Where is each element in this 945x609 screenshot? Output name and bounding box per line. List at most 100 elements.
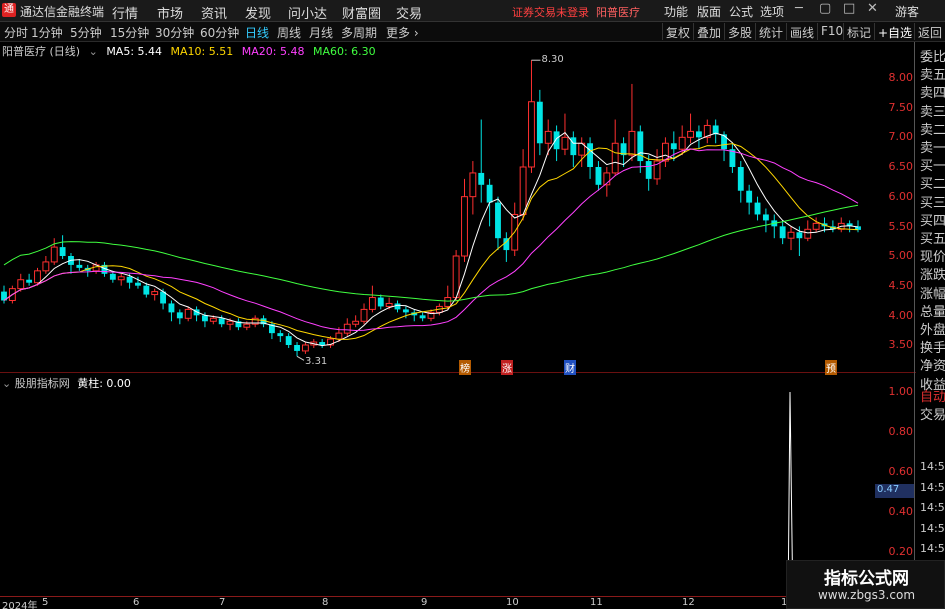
candle-body xyxy=(42,261,50,272)
candle-body xyxy=(243,323,251,328)
sidebar-item[interactable]: 现价 xyxy=(920,246,945,265)
price-tick-label: 4.00 xyxy=(888,308,914,322)
duogu-button[interactable]: 多股 xyxy=(724,23,755,40)
period-60min[interactable]: 60分钟 xyxy=(200,24,239,41)
candle-body xyxy=(469,172,477,198)
biaoji-button[interactable]: 标记 xyxy=(843,23,874,40)
period-daily[interactable]: 日线 xyxy=(245,24,269,41)
ma-line xyxy=(3,148,859,332)
menu-item-xuanxiang[interactable]: 选项 xyxy=(760,3,784,20)
tongji-button[interactable]: 统计 xyxy=(755,23,786,40)
menu-item-hangqing[interactable]: 行情 xyxy=(112,3,138,22)
menu-bar: 通 通达信金融终端 行情 市场 资讯 发现 问小达 财富圈 交易 证券交易未登录… xyxy=(0,0,945,22)
indicator-tick-label: 0.20 xyxy=(888,545,914,558)
watermark-url: www.zbgs3.com xyxy=(817,588,916,602)
period-monthly[interactable]: 月线 xyxy=(309,24,333,41)
candle-body xyxy=(17,279,25,290)
candle-body xyxy=(553,131,560,150)
candle-body xyxy=(611,142,619,174)
sidebar-item[interactable]: 14:56 xyxy=(920,460,945,473)
menu-item-jiaoyi[interactable]: 交易 xyxy=(396,3,422,22)
indicator-value: 黄柱: 0.00 xyxy=(77,377,131,390)
sidebar-item[interactable]: 买五 xyxy=(920,228,945,247)
menu-item-zixun[interactable]: 资讯 xyxy=(201,3,227,22)
user-label[interactable]: 游客 xyxy=(895,3,919,20)
sidebar-item[interactable]: 外盘 xyxy=(920,319,945,338)
menu-item-faxian[interactable]: 发现 xyxy=(245,3,271,22)
period-fenshi[interactable]: 分时 xyxy=(4,24,28,41)
candle-body xyxy=(695,131,702,138)
period-more[interactable]: 更多 › xyxy=(386,24,419,41)
sidebar-item[interactable]: 卖四 xyxy=(920,82,945,101)
login-notice[interactable]: 证券交易未登录 阳普医疗 xyxy=(512,4,640,20)
sidebar-item[interactable]: 卖二 xyxy=(920,119,945,138)
back-button[interactable]: 返回 xyxy=(914,23,945,40)
sidebar-item[interactable]: 买三 xyxy=(920,192,945,211)
candle-body xyxy=(176,312,183,319)
price-tick-label: 8.00 xyxy=(888,71,914,84)
tag-cai[interactable]: 财 xyxy=(564,360,576,375)
candle-body xyxy=(76,264,83,268)
period-1min[interactable]: 1分钟 xyxy=(31,24,63,41)
kline-chart[interactable] xyxy=(0,42,866,608)
sidebar-item[interactable]: 14:56 xyxy=(920,481,945,494)
maximize-icon[interactable]: □ xyxy=(843,1,855,16)
f10-button[interactable]: F10 xyxy=(817,23,846,40)
time-axis-label: 5 xyxy=(42,597,49,608)
candle-body xyxy=(143,285,150,295)
sidebar-item[interactable]: 涨幅 xyxy=(920,283,945,302)
period-5min[interactable]: 5分钟 xyxy=(70,24,102,41)
sidebar-item[interactable]: 换手 xyxy=(920,337,945,356)
chevron-down-icon[interactable]: ⌄ xyxy=(2,377,11,390)
sidebar-item[interactable]: 涨跌 xyxy=(920,264,945,283)
sidebar-item[interactable]: 买一 xyxy=(920,155,945,174)
candle-body xyxy=(486,184,493,203)
sidebar-item[interactable]: 委比 xyxy=(920,46,945,65)
menu-item-wenxiaoda[interactable]: 问小达 xyxy=(288,3,327,22)
tag-bang[interactable]: 榜 xyxy=(459,360,471,375)
menu-item-shichang[interactable]: 市场 xyxy=(157,3,183,22)
sidebar-item[interactable]: 买四 xyxy=(920,210,945,229)
sidebar-item[interactable]: 自动 xyxy=(920,386,945,405)
candle-body xyxy=(218,318,225,325)
time-axis-label: 7 xyxy=(219,597,226,608)
app-name: 通达信金融终端 xyxy=(20,5,105,19)
fuquan-button[interactable]: 复权 xyxy=(662,23,693,40)
sidebar-item[interactable]: 净资 xyxy=(920,355,945,374)
sidebar-item[interactable]: 总量 xyxy=(920,301,945,320)
menu-item-gongshi[interactable]: 公式 xyxy=(729,3,753,20)
period-15min[interactable]: 15分钟 xyxy=(110,24,149,41)
sidebar-item[interactable]: 买二 xyxy=(920,173,945,192)
tag-yu[interactable]: 预 xyxy=(825,360,837,375)
price-tick-label: 5.00 xyxy=(888,249,914,263)
huaxian-button[interactable]: 画线 xyxy=(786,23,817,40)
candle-body xyxy=(746,190,753,203)
sidebar-item[interactable]: 卖五 xyxy=(920,64,945,83)
candle-body xyxy=(536,101,543,144)
add-watchlist-button[interactable]: +自选 xyxy=(874,23,915,40)
period-30min[interactable]: 30分钟 xyxy=(155,24,194,41)
diejia-button[interactable]: 叠加 xyxy=(693,23,724,40)
menu-item-gongneng[interactable]: 功能 xyxy=(664,3,688,20)
menu-item-caifuquan[interactable]: 财富圈 xyxy=(342,3,381,22)
sidebar-item[interactable]: 交易 xyxy=(920,404,945,423)
candle-body xyxy=(34,270,41,284)
period-weekly[interactable]: 周线 xyxy=(277,24,301,41)
restore-icon[interactable]: ▢ xyxy=(819,1,831,16)
candle-body xyxy=(360,308,368,322)
sidebar-item[interactable]: 卖三 xyxy=(920,101,945,120)
sidebar-item[interactable]: 卖一 xyxy=(920,137,945,156)
sidebar-item[interactable]: 14:56 xyxy=(920,501,945,514)
watermark-title: 指标公式网 xyxy=(824,569,909,589)
close-icon[interactable]: ✕ xyxy=(867,1,878,16)
tag-zhang[interactable]: 涨 xyxy=(501,360,513,375)
menu-item-banmian[interactable]: 版面 xyxy=(697,3,721,20)
period-multi[interactable]: 多周期 xyxy=(341,24,377,41)
sidebar-item[interactable]: 14:56 xyxy=(920,522,945,535)
minimize-icon[interactable]: ─ xyxy=(795,1,803,16)
sidebar-item[interactable]: 14:56 xyxy=(920,542,945,555)
candle-body xyxy=(595,167,602,185)
indicator-tick-label: 1.00 xyxy=(888,385,914,398)
candle-body xyxy=(294,345,300,351)
candle-body xyxy=(109,273,116,280)
